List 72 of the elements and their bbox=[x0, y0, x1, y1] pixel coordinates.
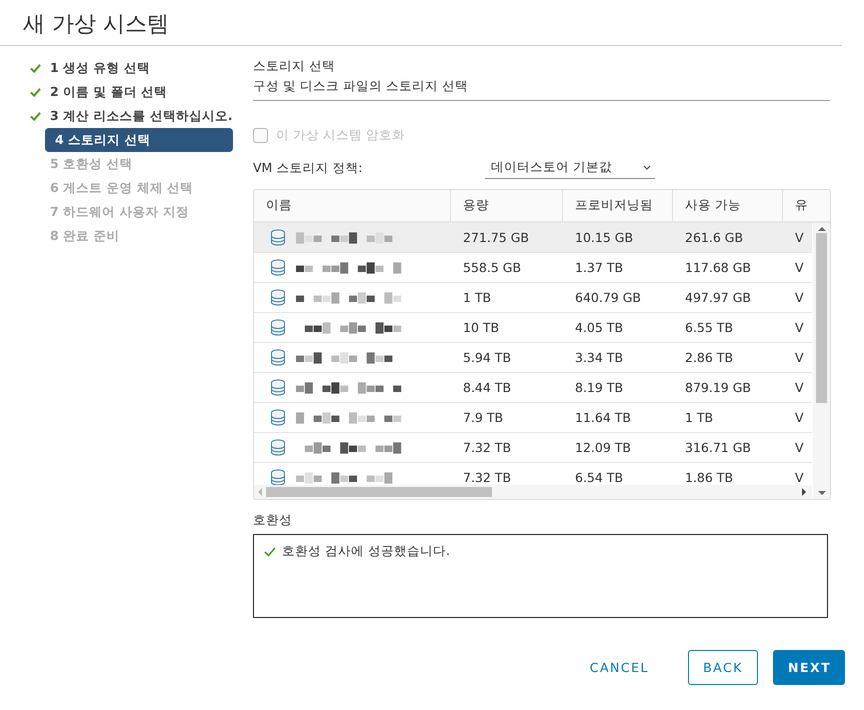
table-cell-text: 10.15 GB bbox=[574, 229, 634, 247]
check-icon bbox=[30, 111, 41, 121]
database-icon bbox=[270, 379, 286, 396]
table-cell-text: 2.86 TB bbox=[684, 349, 734, 367]
wizard-step[interactable]: 4 스토리지 선택 bbox=[45, 128, 233, 152]
table-cell-text: 7.32 TB bbox=[462, 439, 512, 457]
table-cell-text: 261.6 GB bbox=[684, 229, 744, 247]
table-cell-text: 640.79 GB bbox=[574, 289, 642, 307]
table-cell-text: 6.55 TB bbox=[684, 319, 734, 337]
table-cell-text: 7.32 TB bbox=[462, 469, 512, 485]
section-subtitle: 구성 및 디스크 파일의 스토리지 선택 bbox=[253, 78, 469, 95]
table-cell-text: 1 TB bbox=[462, 289, 492, 307]
table-cell-text: 1.37 TB bbox=[574, 259, 624, 277]
table-cell-text: 316.71 GB bbox=[684, 439, 752, 457]
table-cell-text: 3.34 TB bbox=[574, 349, 624, 367]
table-cell-text: V bbox=[794, 289, 805, 307]
section-title: 스토리지 선택 bbox=[253, 58, 336, 75]
table-cell-text: V bbox=[794, 259, 805, 277]
check-icon bbox=[30, 87, 41, 97]
column-header[interactable]: 사용 가능 bbox=[673, 190, 783, 221]
field-label: VM 스토리지 정책: bbox=[253, 160, 364, 176]
table-cell-text: 558.5 GB bbox=[462, 259, 522, 277]
wizard-step[interactable]: 3 계산 리소스를 선택하십시오. bbox=[30, 104, 242, 128]
database-icon bbox=[270, 349, 286, 366]
database-icon bbox=[270, 229, 286, 246]
section-label: 호환성 bbox=[253, 512, 293, 529]
table-cell-text: 4.05 TB bbox=[574, 319, 624, 337]
window-title: 새 가상 시스템 bbox=[0, 0, 842, 46]
table-cell-text: 879.19 GB bbox=[684, 379, 752, 397]
horizontal-scrollbar[interactable] bbox=[254, 485, 812, 499]
table-cell-text: V bbox=[794, 229, 805, 247]
table-cell-text: 1.86 TB bbox=[684, 469, 734, 485]
wizard-step[interactable]: 2 이름 및 폴더 선택 bbox=[30, 80, 242, 104]
table-cell-text: 11.64 TB bbox=[574, 409, 632, 427]
table-cell-text: 8.19 TB bbox=[574, 379, 624, 397]
table-row[interactable]: 271.75 GB 10.15 GB 261.6 GB V bbox=[254, 223, 812, 253]
column-header[interactable]: 용량 bbox=[451, 190, 563, 221]
database-icon bbox=[270, 319, 286, 336]
database-icon bbox=[270, 409, 286, 426]
policy-dropdown[interactable]: 데이터스토어 기본값 bbox=[485, 157, 655, 179]
database-icon bbox=[270, 469, 286, 485]
table-cell-text: 6.54 TB bbox=[574, 469, 624, 485]
check-icon bbox=[30, 63, 41, 73]
cancel-button[interactable]: CANCEL bbox=[576, 650, 663, 685]
table-cell-text: 271.75 GB bbox=[462, 229, 530, 247]
table-cell-text: V bbox=[794, 349, 805, 367]
next-button[interactable]: NEXT bbox=[773, 650, 845, 685]
column-header[interactable]: 유 bbox=[783, 190, 828, 221]
database-icon bbox=[270, 289, 286, 306]
back-button[interactable]: BACK bbox=[688, 650, 758, 685]
database-icon bbox=[270, 439, 286, 456]
table-cell-text: 1 TB bbox=[684, 409, 714, 427]
database-icon bbox=[270, 259, 286, 276]
status-message: 호환성 검사에 성공했습니다. bbox=[282, 543, 450, 560]
table-cell-text: 10 TB bbox=[462, 319, 500, 337]
table-cell-text: V bbox=[794, 469, 805, 485]
table-cell-text: V bbox=[794, 439, 805, 457]
table-cell-text: V bbox=[794, 409, 805, 427]
vertical-scrollbar[interactable] bbox=[813, 223, 830, 499]
caret-icon bbox=[643, 165, 651, 170]
table-cell-text: 117.68 GB bbox=[684, 259, 752, 277]
column-header[interactable]: 이름 bbox=[254, 190, 451, 221]
table-cell-text: V bbox=[794, 379, 805, 397]
table-cell-text: 12.09 TB bbox=[574, 439, 632, 457]
checkbox-label: 이 가상 시스템 암호화 bbox=[276, 126, 405, 144]
wizard-step[interactable]: 1 생성 유형 선택 bbox=[30, 56, 242, 80]
column-header[interactable]: 프로비저닝됨 bbox=[563, 190, 673, 221]
table-cell-text: V bbox=[794, 319, 805, 337]
table-cell-text: 5.94 TB bbox=[462, 349, 512, 367]
table-cell-text: 497.97 GB bbox=[684, 289, 752, 307]
table-cell-text: 8.44 TB bbox=[462, 379, 512, 397]
table-cell-text: 7.9 TB bbox=[462, 409, 504, 427]
